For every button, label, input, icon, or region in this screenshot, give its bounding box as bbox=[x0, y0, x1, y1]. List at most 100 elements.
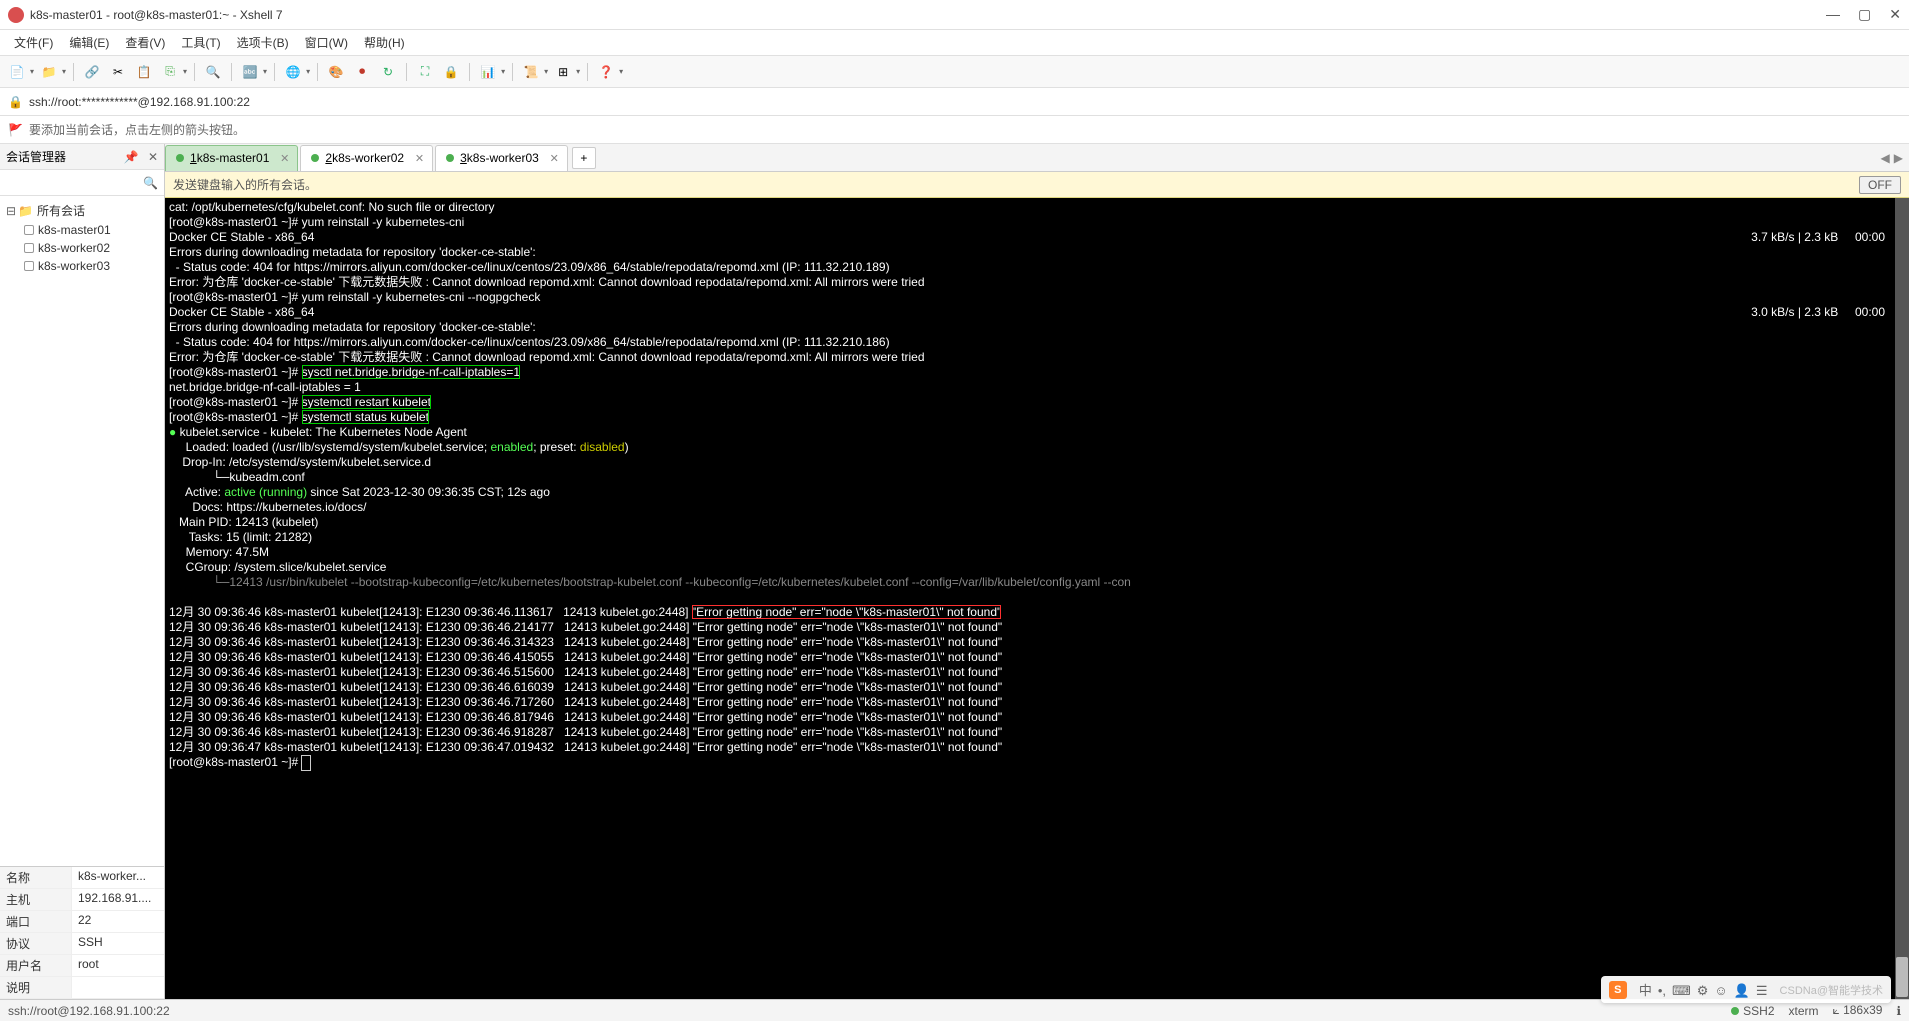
property-value: 22 bbox=[72, 911, 164, 932]
lock-icon[interactable]: 🔒 bbox=[440, 61, 462, 83]
menu-item[interactable]: 帮助(H) bbox=[356, 31, 413, 54]
sidebar-title: 会话管理器 bbox=[6, 148, 66, 165]
dropdown-icon[interactable]: ▾ bbox=[263, 67, 267, 76]
property-row: 用户名root bbox=[0, 955, 164, 977]
search-icon[interactable]: 🔍 bbox=[202, 61, 224, 83]
ime-button[interactable]: ⚙ bbox=[1697, 983, 1709, 998]
dropdown-icon[interactable]: ▾ bbox=[576, 67, 580, 76]
refresh-icon[interactable]: ↻ bbox=[377, 61, 399, 83]
copy-icon[interactable]: ⎘ bbox=[159, 61, 181, 83]
property-key: 名称 bbox=[0, 867, 72, 888]
dropdown-icon[interactable]: ▾ bbox=[544, 67, 548, 76]
property-value bbox=[72, 977, 164, 998]
dropdown-icon[interactable]: ▾ bbox=[501, 67, 505, 76]
ime-button[interactable]: ☺ bbox=[1714, 983, 1727, 998]
property-key: 主机 bbox=[0, 889, 72, 910]
sidebar-close-icon[interactable]: ✕ bbox=[148, 150, 158, 164]
separator bbox=[469, 63, 470, 81]
status-led-icon bbox=[1731, 1007, 1739, 1015]
disconnect-icon[interactable]: ✂ bbox=[107, 61, 129, 83]
search-icon[interactable]: 🔍 bbox=[143, 176, 158, 190]
address-bar[interactable]: 🔒 ssh://root:************@192.168.91.100… bbox=[0, 88, 1909, 116]
scrollbar-thumb[interactable] bbox=[1896, 957, 1908, 997]
watermark: CSDNa@智能学技术 bbox=[1780, 982, 1883, 998]
tab-close-icon[interactable]: ✕ bbox=[550, 152, 559, 165]
flag-icon: 🚩 bbox=[8, 123, 23, 137]
menu-item[interactable]: 文件(F) bbox=[6, 31, 61, 54]
separator bbox=[231, 63, 232, 81]
ime-button[interactable]: ⌨ bbox=[1672, 983, 1691, 998]
menu-item[interactable]: 编辑(E) bbox=[61, 31, 117, 54]
menu-item[interactable]: 查看(V) bbox=[117, 31, 173, 54]
open-folder-icon[interactable]: 📁 bbox=[38, 61, 60, 83]
terminal-scrollbar[interactable] bbox=[1895, 198, 1909, 999]
dropdown-icon[interactable]: ▾ bbox=[183, 67, 187, 76]
status-info-icon[interactable]: ℹ bbox=[1896, 1004, 1901, 1018]
sogou-icon[interactable]: S bbox=[1609, 981, 1627, 999]
status-dot-icon bbox=[446, 154, 454, 162]
tab-next-icon[interactable]: ▶ bbox=[1894, 151, 1903, 165]
menu-item[interactable]: 工具(T) bbox=[173, 31, 228, 54]
tab-label: k8s-master01 bbox=[197, 151, 270, 165]
status-ssh: SSH2 bbox=[1731, 1004, 1774, 1018]
property-row: 名称k8s-worker... bbox=[0, 867, 164, 889]
property-value: root bbox=[72, 955, 164, 976]
session-tab[interactable]: 2 k8s-worker02✕ bbox=[300, 145, 433, 171]
main-container: 会话管理器 📌 ✕ 🔍 ⊟ 📁 所有会话 k8s-master01k8s-wor… bbox=[0, 144, 1909, 999]
minimize-button[interactable]: — bbox=[1826, 6, 1840, 23]
separator bbox=[274, 63, 275, 81]
tab-number: 3 bbox=[460, 151, 467, 165]
ime-button[interactable]: 👤 bbox=[1734, 983, 1750, 998]
tab-close-icon[interactable]: ✕ bbox=[415, 152, 424, 165]
tab-prev-icon[interactable]: ◀ bbox=[1881, 151, 1890, 165]
font-icon[interactable]: 🔤 bbox=[239, 61, 261, 83]
pin-icon[interactable]: 📌 bbox=[124, 150, 139, 164]
window-controls: — ▢ ✕ bbox=[1826, 6, 1901, 23]
property-row: 主机192.168.91.... bbox=[0, 889, 164, 911]
paste-icon[interactable]: 📋 bbox=[133, 61, 155, 83]
session-item[interactable]: k8s-master01 bbox=[0, 221, 164, 239]
session-item[interactable]: k8s-worker02 bbox=[0, 239, 164, 257]
session-tab[interactable]: 3 k8s-worker03✕ bbox=[435, 145, 568, 171]
tab-bar: 1 k8s-master01✕2 k8s-worker02✕3 k8s-work… bbox=[165, 144, 1909, 172]
session-tab[interactable]: 1 k8s-master01✕ bbox=[165, 145, 298, 171]
sidebar-search: 🔍 bbox=[0, 170, 164, 196]
tunnel-icon[interactable]: ⊞ bbox=[552, 61, 574, 83]
property-key: 说明 bbox=[0, 977, 72, 998]
script-icon[interactable]: 📜 bbox=[520, 61, 542, 83]
broadcast-bar: 发送键盘输入的所有会话。 OFF bbox=[165, 172, 1909, 198]
chart-icon[interactable]: 📊 bbox=[477, 61, 499, 83]
broadcast-off-button[interactable]: OFF bbox=[1859, 176, 1901, 194]
dropdown-icon[interactable]: ▾ bbox=[62, 67, 66, 76]
globe-icon[interactable]: 🌐 bbox=[282, 61, 304, 83]
ime-button[interactable]: •, bbox=[1658, 983, 1666, 998]
maximize-button[interactable]: ▢ bbox=[1858, 6, 1871, 23]
fullscreen-icon[interactable]: ⛶ bbox=[414, 61, 436, 83]
menu-item[interactable]: 选项卡(B) bbox=[229, 31, 297, 54]
color-icon[interactable]: 🎨 bbox=[325, 61, 347, 83]
reconnect-icon[interactable]: 🔗 bbox=[81, 61, 103, 83]
folder-icon: 📁 bbox=[18, 204, 33, 218]
collapse-icon[interactable]: ⊟ bbox=[6, 204, 18, 218]
tree-root[interactable]: ⊟ 📁 所有会话 bbox=[0, 200, 164, 221]
sidebar: 会话管理器 📌 ✕ 🔍 ⊟ 📁 所有会话 k8s-master01k8s-wor… bbox=[0, 144, 165, 999]
record-icon[interactable]: ⏺ bbox=[351, 61, 373, 83]
menu-item[interactable]: 窗口(W) bbox=[297, 31, 356, 54]
ime-button[interactable]: ☰ bbox=[1756, 983, 1768, 998]
dropdown-icon[interactable]: ▾ bbox=[306, 67, 310, 76]
tab-close-icon[interactable]: ✕ bbox=[280, 152, 289, 165]
new-session-icon[interactable]: 📄 bbox=[6, 61, 28, 83]
properties-panel: 名称k8s-worker...主机192.168.91....端口22协议SSH… bbox=[0, 866, 164, 999]
separator bbox=[587, 63, 588, 81]
tab-label: k8s-worker02 bbox=[332, 151, 404, 165]
help-icon[interactable]: ❓ bbox=[595, 61, 617, 83]
session-item[interactable]: k8s-worker03 bbox=[0, 257, 164, 275]
close-button[interactable]: ✕ bbox=[1889, 6, 1901, 23]
terminal[interactable]: cat: /opt/kubernetes/cfg/kubelet.conf: N… bbox=[165, 198, 1909, 999]
dropdown-icon[interactable]: ▾ bbox=[619, 67, 623, 76]
tab-add-button[interactable]: + bbox=[572, 147, 596, 169]
property-row: 端口22 bbox=[0, 911, 164, 933]
window-title: k8s-master01 - root@k8s-master01:~ - Xsh… bbox=[30, 8, 1826, 22]
dropdown-icon[interactable]: ▾ bbox=[30, 67, 34, 76]
ime-button[interactable]: 中 bbox=[1639, 983, 1652, 998]
